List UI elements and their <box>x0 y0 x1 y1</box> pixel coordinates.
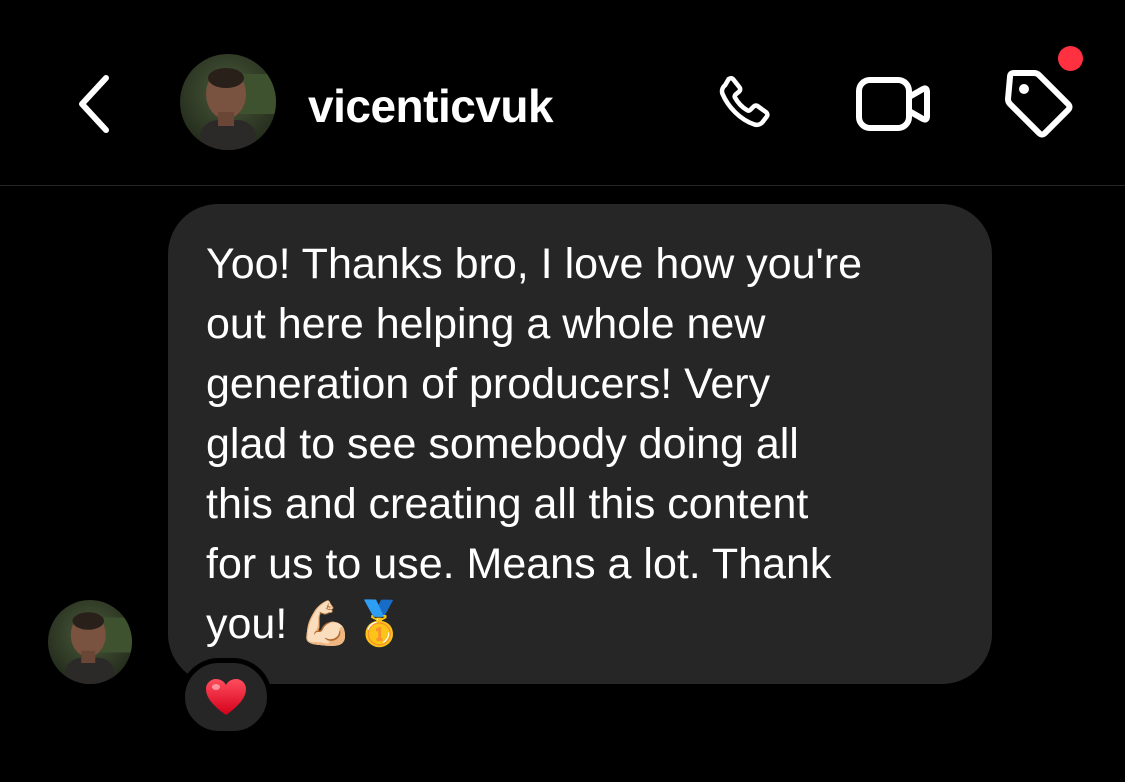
username[interactable]: vicenticvuk <box>308 78 554 134</box>
chevron-left-icon <box>79 75 109 133</box>
notification-dot <box>1058 46 1083 71</box>
message-bubble[interactable]: Yoo! Thanks bro, I love how you're out h… <box>168 204 992 684</box>
sender-avatar[interactable] <box>48 600 132 684</box>
avatar-photo <box>180 54 276 150</box>
video-call-button[interactable] <box>850 66 936 142</box>
avatar-photo <box>48 600 132 684</box>
chat-header: vicenticvuk <box>0 0 1125 186</box>
header-avatar[interactable] <box>180 54 276 150</box>
tag-icon <box>1005 70 1073 138</box>
back-button[interactable] <box>62 62 126 146</box>
heart-reaction[interactable] <box>180 658 272 736</box>
phone-icon <box>719 75 770 128</box>
tag-button[interactable] <box>996 62 1080 144</box>
message-text: Yoo! Thanks bro, I love how you're out h… <box>206 240 863 648</box>
voice-call-button[interactable] <box>704 66 784 142</box>
video-camera-icon <box>856 77 930 131</box>
heart-icon <box>206 679 246 715</box>
